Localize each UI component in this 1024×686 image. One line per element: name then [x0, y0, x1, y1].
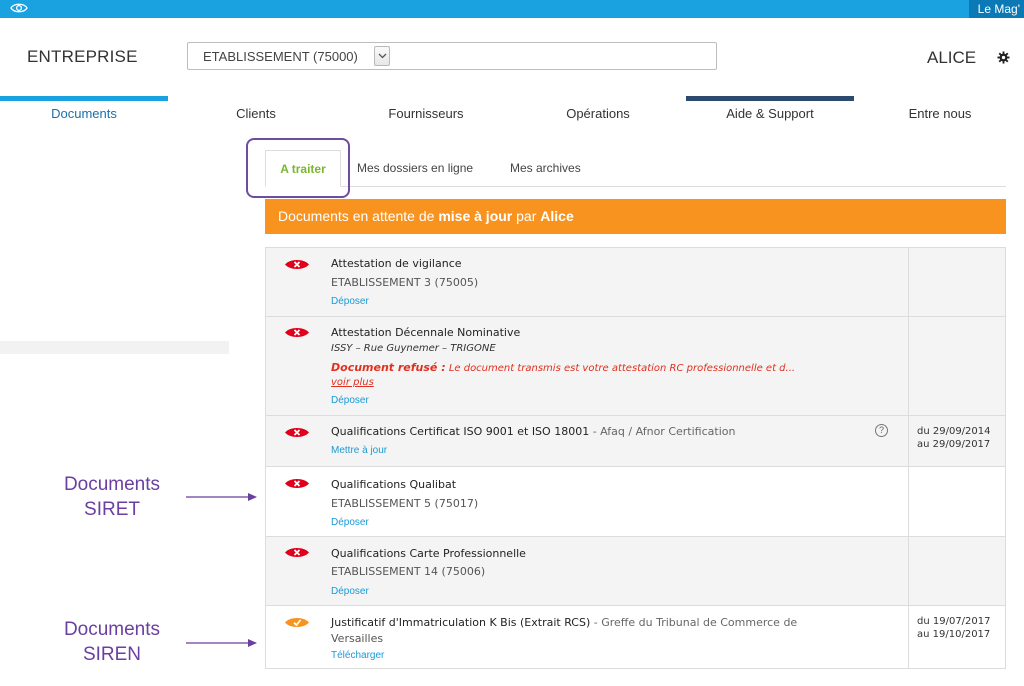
banner-user: Alice [540, 208, 574, 224]
refused-eye-icon [285, 479, 309, 488]
annotation-arrow [186, 493, 257, 501]
download-link[interactable]: Télécharger [331, 650, 384, 661]
document-establishment: ETABLISSEMENT 14 (75006) [331, 565, 486, 578]
document-issuer-line2: Versailles [331, 632, 384, 645]
refused-eye-icon [285, 328, 309, 337]
document-issuer: - Afaq / Afnor Certification [592, 425, 736, 438]
document-title: Qualifications Carte Professionnelle [331, 547, 526, 560]
upload-link[interactable]: Déposer [331, 517, 369, 528]
annotation-arrow [186, 639, 257, 647]
document-row: Attestation Décennale Nominative ISSY – … [266, 317, 1005, 416]
nav-clients[interactable]: Clients [226, 106, 286, 121]
nav-active-indicator [0, 96, 168, 101]
document-location: ISSY – Rue Guynemer – TRIGONE [331, 343, 496, 354]
column-divider [908, 416, 909, 466]
document-title: Justificatif d'Immatriculation K Bis (Ex… [331, 616, 797, 629]
user-name[interactable]: ALICE [927, 48, 976, 68]
document-row: Qualifications Certificat ISO 9001 et IS… [266, 416, 1005, 467]
document-establishment: ETABLISSEMENT 5 (75017) [331, 497, 479, 510]
gear-icon[interactable] [997, 51, 1010, 64]
eye-icon[interactable] [10, 1, 28, 15]
sidebar-strip [0, 341, 229, 354]
annotation-line2: SIRET [84, 499, 140, 520]
banner-mid: par [516, 208, 537, 224]
annotation-line1: Documents [63, 474, 161, 495]
valid-eye-icon [285, 618, 309, 627]
voir-plus-link[interactable]: voir plus [331, 377, 374, 388]
update-link[interactable]: Mettre à jour [331, 445, 387, 456]
document-row: Qualifications Qualibat ETABLISSEMENT 5 … [266, 467, 1005, 537]
refused-eye-icon [285, 260, 309, 269]
refusal-message: Document refusé : Le document transmis e… [331, 361, 795, 374]
tab-mes-archives[interactable]: Mes archives [510, 161, 581, 175]
tab-highlight-frame [246, 138, 350, 198]
company-label: ENTREPRISE [27, 47, 138, 66]
annotation-line1: Documents [63, 619, 161, 640]
le-mag-link[interactable]: Le Mag' [968, 0, 1024, 18]
column-divider [908, 606, 909, 668]
annotation-siret: Documents SIRET [28, 472, 196, 522]
banner-prefix: Documents en attente de [278, 208, 435, 224]
upload-link[interactable]: Déposer [331, 586, 369, 597]
banner-action: mise à jour [438, 208, 513, 224]
document-title: Qualifications Qualibat [331, 478, 457, 491]
validity-dates: du 19/07/2017 au 19/10/2017 [917, 615, 991, 641]
establishment-select-value: ETABLISSEMENT (75000) [203, 49, 358, 64]
nav-fournisseurs[interactable]: Fournisseurs [376, 106, 476, 121]
upload-link[interactable]: Déposer [331, 296, 369, 307]
document-title: Attestation de vigilance [331, 257, 462, 270]
date-from: du 29/09/2014 [917, 426, 991, 437]
document-title: Attestation Décennale Nominative [331, 326, 521, 339]
document-title: Qualifications Certificat ISO 9001 et IS… [331, 425, 735, 438]
validity-dates: du 29/09/2014 au 29/09/2017 [917, 425, 991, 451]
annotation-line2: SIREN [82, 644, 142, 665]
pending-banner: Documents en attente de mise à jour par … [265, 199, 1006, 234]
top-bar: Le Mag' [0, 0, 1024, 18]
document-establishment: ETABLISSEMENT 3 (75005) [331, 276, 479, 289]
column-divider [908, 248, 909, 316]
nav-operations[interactable]: Opérations [548, 106, 648, 121]
column-divider [908, 467, 909, 536]
establishment-select[interactable]: ETABLISSEMENT (75000) [187, 42, 717, 70]
refused-eye-icon [285, 548, 309, 557]
refusal-text: Le document transmis est votre attestati… [448, 363, 796, 374]
column-divider [908, 537, 909, 605]
refused-eye-icon [285, 428, 309, 437]
document-row: Justificatif d'Immatriculation K Bis (Ex… [266, 606, 1005, 668]
document-list: Attestation de vigilance ETABLISSEMENT 3… [265, 247, 1006, 669]
document-title-main: Qualifications Certificat ISO 9001 et IS… [331, 425, 590, 438]
date-to: au 29/09/2017 [917, 439, 991, 450]
nav-entre-nous[interactable]: Entre nous [890, 106, 990, 121]
chevron-down-icon [378, 53, 387, 59]
nav-documents[interactable]: Documents [0, 106, 168, 121]
annotation-siren: Documents SIREN [28, 617, 196, 667]
column-divider [908, 317, 909, 415]
document-row: Attestation de vigilance ETABLISSEMENT 3… [266, 248, 1005, 317]
tab-mes-dossiers[interactable]: Mes dossiers en ligne [357, 161, 473, 175]
nav-aide-support[interactable]: Aide & Support [686, 106, 854, 121]
document-title-main: Justificatif d'Immatriculation K Bis (Ex… [331, 616, 591, 629]
select-arrow[interactable] [374, 46, 390, 66]
document-row: Qualifications Carte Professionnelle ETA… [266, 537, 1005, 606]
date-from: du 19/07/2017 [917, 616, 991, 627]
document-issuer: - Greffe du Tribunal de Commerce de [593, 616, 798, 629]
upload-link[interactable]: Déposer [331, 395, 369, 406]
help-icon[interactable]: ? [875, 424, 888, 437]
date-to: au 19/10/2017 [917, 629, 991, 640]
nav-support-indicator [686, 96, 854, 101]
refusal-label: Document refusé : [331, 361, 446, 374]
tabs-divider [265, 186, 1006, 187]
